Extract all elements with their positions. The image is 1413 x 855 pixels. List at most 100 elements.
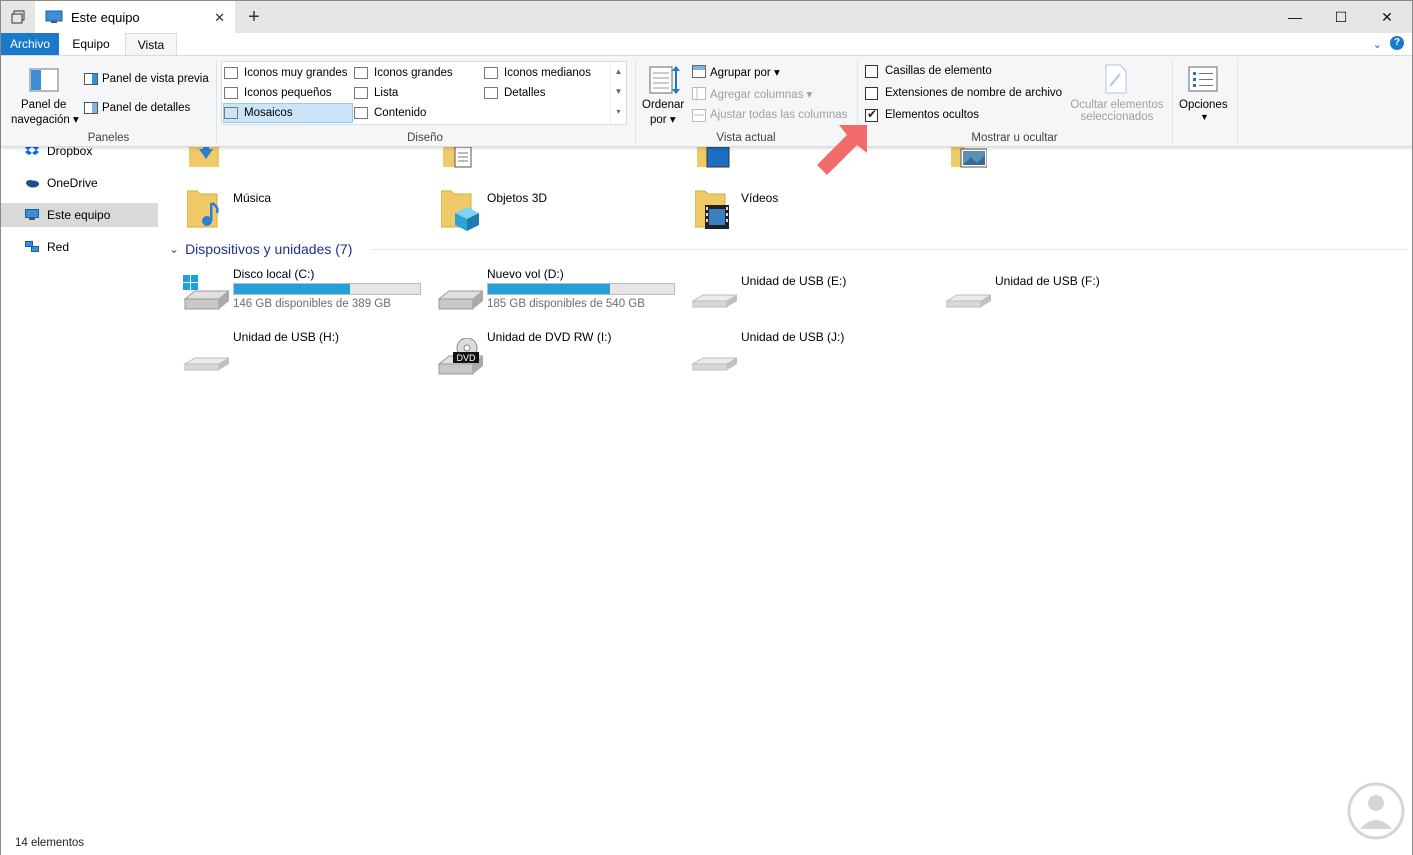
add-columns-button[interactable]: Agregar columnas ▾ <box>710 87 812 101</box>
group-by-icon <box>692 65 706 81</box>
close-tab-icon[interactable]: ✕ <box>214 10 225 26</box>
dvd-drive-icon: DVD <box>437 337 485 379</box>
chevron-down-icon[interactable]: ⌄ <box>1373 38 1382 51</box>
group-by-button[interactable]: Agrupar por ▾ <box>710 65 780 79</box>
item-checkboxes-label[interactable]: Casillas de elemento <box>885 65 992 77</box>
nav-item-red[interactable]: Red <box>1 235 158 259</box>
layout-option-label: Iconos medianos <box>504 67 591 79</box>
devices-section-header[interactable]: ⌄ Dispositivos y unidades (7) <box>169 241 352 257</box>
documents-folder-icon[interactable] <box>443 146 477 172</box>
item-count: 14 elementos <box>15 837 85 849</box>
drive-tile[interactable]: DVD Unidad de DVD RW (I:) <box>415 330 665 386</box>
annotation-arrow-icon <box>813 123 873 182</box>
help-icon[interactable]: ? <box>1390 36 1404 50</box>
layout-large-icons[interactable]: Iconos grandes <box>354 63 482 83</box>
drive-name: Unidad de DVD RW (I:) <box>487 330 612 344</box>
downloads-folder-icon[interactable] <box>189 147 223 174</box>
scroll-down-icon[interactable]: ▼ <box>611 82 626 102</box>
folder-tile[interactable]: Vídeos <box>669 185 919 237</box>
file-extensions-checkbox[interactable] <box>865 87 878 100</box>
new-tab-icon[interactable]: + <box>241 1 267 33</box>
usb-drive-icon <box>183 338 231 377</box>
scroll-up-icon[interactable]: ▲ <box>611 62 626 82</box>
layout-option-label: Mosaicos <box>244 107 293 119</box>
gallery-expand-icon[interactable]: ▾ <box>611 102 626 122</box>
item-checkboxes-checkbox[interactable] <box>865 65 878 78</box>
hidden-items-label[interactable]: Elementos ocultos <box>885 109 979 121</box>
layout-option-label: Iconos grandes <box>374 67 453 79</box>
navigation-pane-dropdown[interactable]: navegación ▾ <box>11 112 79 126</box>
preview-pane-button[interactable]: Panel de vista previa <box>102 73 209 85</box>
chevron-down-icon: ⌄ <box>169 242 180 256</box>
navigation-pane-label-1: Panel de <box>21 99 67 111</box>
folder-name: Objetos 3D <box>487 191 548 205</box>
drive-tile[interactable]: Disco local (C:) 146 GB disponibles de 3… <box>161 267 421 323</box>
sort-dropdown[interactable]: por ▾ <box>650 112 676 126</box>
gallery-scroll[interactable]: ▲ ▼ ▾ <box>610 62 626 124</box>
drive-tile[interactable]: Nuevo vol (D:) 185 GB disponibles de 540… <box>415 267 675 323</box>
layout-xl-icons[interactable]: Iconos muy grandes <box>224 63 352 83</box>
dvd-icon-label: DVD <box>456 353 476 363</box>
tab-equipo[interactable]: Equipo <box>59 33 123 55</box>
hide-selected-button[interactable]: Ocultar elementos seleccionados <box>1069 99 1165 123</box>
folder-name: Música <box>233 191 272 205</box>
status-bar: 14 elementos <box>1 831 1412 855</box>
drive-name: Nuevo vol (D:) <box>487 267 564 281</box>
drive-free-space: 146 GB disponibles de 389 GB <box>233 298 391 310</box>
layout-details[interactable]: Detalles <box>484 83 610 103</box>
layout-option-label: Contenido <box>374 107 427 119</box>
title-bar: Este equipo ✕ + — ☐ ✕ <box>1 1 1412 33</box>
drive-free-space: 185 GB disponibles de 540 GB <box>487 298 645 310</box>
content-icon <box>354 107 368 119</box>
layout-option-label: Detalles <box>504 87 546 99</box>
hide-selected-label-2: seleccionados <box>1080 111 1154 123</box>
layout-content[interactable]: Contenido <box>354 103 482 123</box>
navigation-pane-button[interactable]: Panel de <box>21 99 66 111</box>
computer-icon <box>45 10 63 23</box>
close-icon[interactable]: ✕ <box>1364 1 1410 33</box>
options-button[interactable]: Opciones <box>1179 99 1228 111</box>
drive-tile[interactable]: Unidad de USB (H:) <box>161 330 411 386</box>
nav-item-este-equipo[interactable]: Este equipo <box>1 203 158 227</box>
layout-small-icons[interactable]: Iconos pequeños <box>224 83 352 103</box>
folder-tile[interactable]: Objetos 3D <box>415 185 665 237</box>
watermark-logo <box>1346 781 1406 844</box>
small-icons-icon <box>224 87 238 99</box>
tab-vista[interactable]: Vista <box>125 33 177 55</box>
layout-option-label: Iconos pequeños <box>244 87 332 99</box>
fit-columns-button[interactable]: Ajustar todas las columnas <box>710 109 847 121</box>
drive-tile[interactable]: Unidad de USB (J:) <box>669 330 919 386</box>
task-view-icon[interactable] <box>1 1 35 33</box>
explorer-window: Este equipo ✕ + — ☐ ✕ Archivo Equipo Vis… <box>0 0 1413 855</box>
folder-name: Vídeos <box>741 191 779 205</box>
drive-name: Unidad de USB (J:) <box>741 330 845 344</box>
layout-medium-icons[interactable]: Iconos medianos <box>484 63 610 83</box>
separator <box>1237 60 1238 144</box>
layout-list[interactable]: Lista <box>354 83 482 103</box>
desktop-folder-icon[interactable] <box>697 146 731 172</box>
videos-folder-icon <box>694 187 729 229</box>
nav-item-onedrive[interactable]: OneDrive <box>1 171 158 195</box>
tab-archivo[interactable]: Archivo <box>1 33 59 55</box>
dropdown-arrow-icon[interactable]: ▼ <box>1200 112 1209 122</box>
group-label-mostrar-ocultar: Mostrar u ocultar <box>971 132 1058 144</box>
windows-drive-icon <box>183 275 231 314</box>
layout-option-label: Lista <box>374 87 399 99</box>
drive-tile[interactable]: Unidad de USB (E:) <box>669 267 919 323</box>
devices-section-title: Dispositivos y unidades (7) <box>185 241 353 257</box>
details-pane-button[interactable]: Panel de detalles <box>102 102 190 114</box>
hidden-items-checkbox[interactable] <box>865 107 878 122</box>
details-pane-icon <box>84 102 98 117</box>
window-tab[interactable]: Este equipo ✕ <box>35 1 235 33</box>
file-extensions-label[interactable]: Extensiones de nombre de archivo <box>885 87 1062 99</box>
layout-tiles[interactable]: Mosaicos <box>223 103 353 123</box>
folder-tile[interactable]: Música <box>161 185 411 237</box>
drive-tile[interactable]: Unidad de USB (F:) <box>923 267 1173 323</box>
minimize-icon[interactable]: — <box>1272 1 1318 33</box>
pictures-folder-icon[interactable] <box>951 147 988 172</box>
nav-item-label: OneDrive <box>47 176 98 190</box>
sort-button[interactable]: Ordenar <box>642 99 684 111</box>
maximize-icon[interactable]: ☐ <box>1318 1 1364 33</box>
drive-usage-fill <box>488 284 611 294</box>
add-columns-icon <box>692 87 706 103</box>
